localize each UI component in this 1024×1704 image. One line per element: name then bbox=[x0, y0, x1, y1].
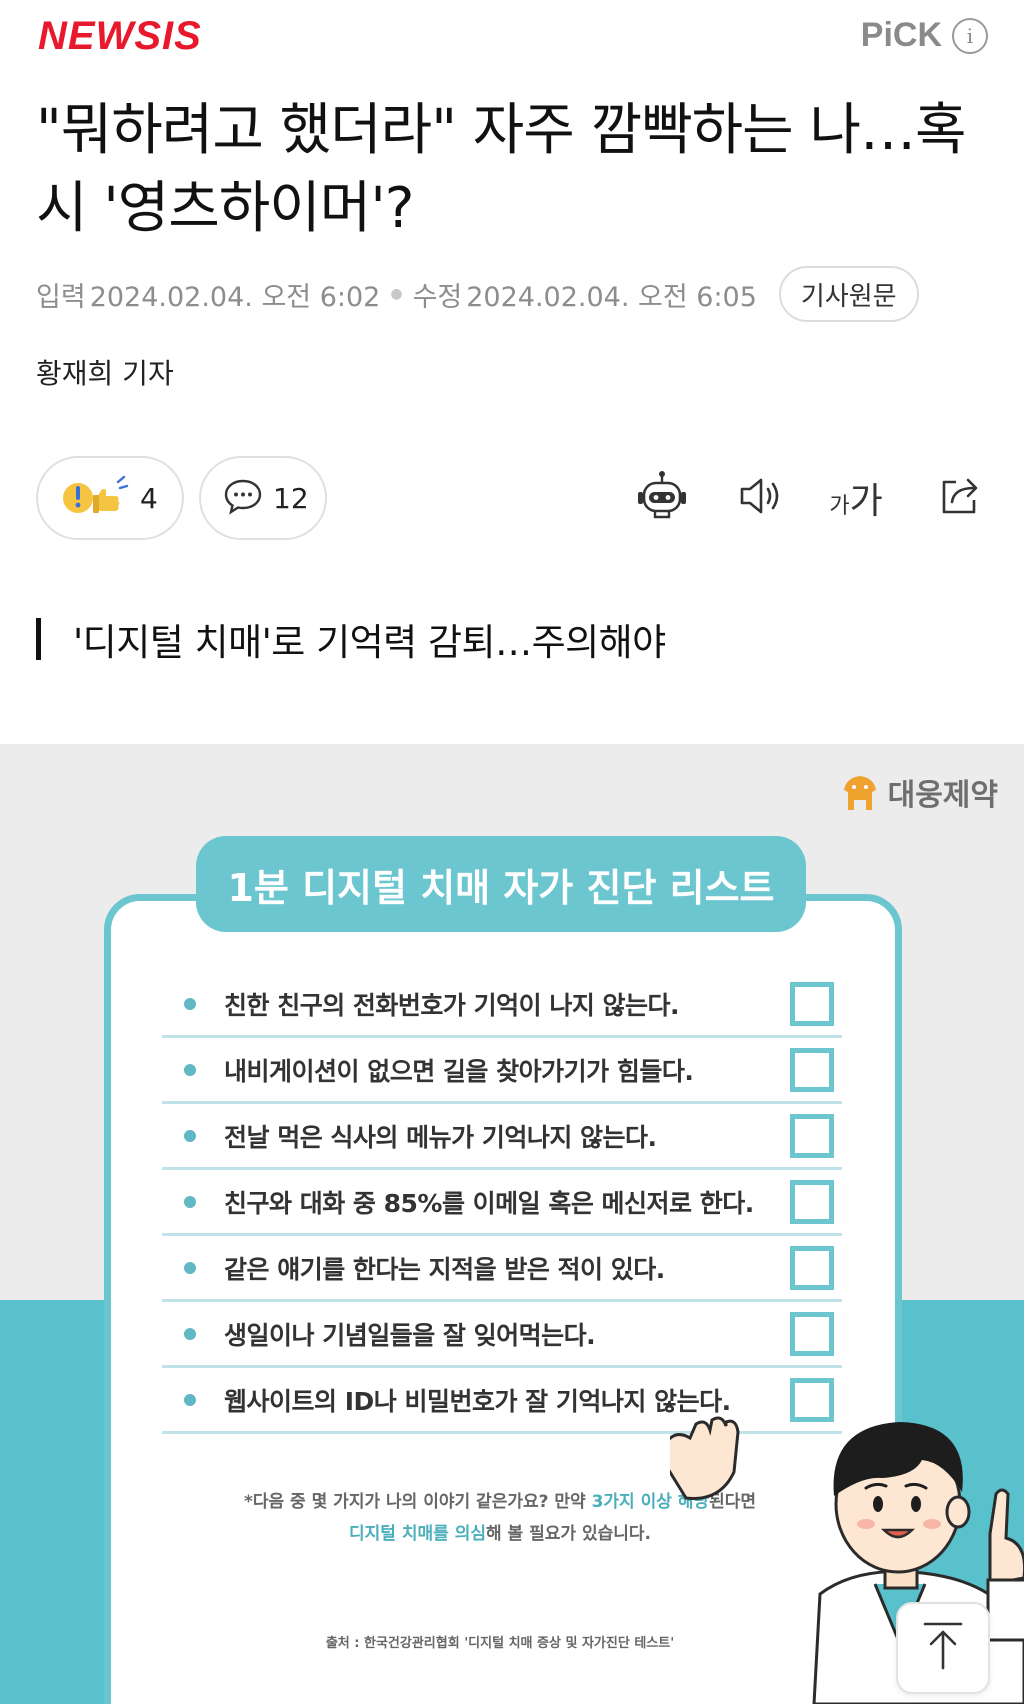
input-label: 입력 bbox=[36, 281, 86, 313]
bullet-icon bbox=[184, 1327, 196, 1340]
checklist-item-text: 같은 얘기를 한다는 지적을 받은 적이 있다. bbox=[224, 1254, 665, 1284]
checkbox-icon bbox=[790, 1180, 834, 1224]
edit-date: 2024.02.04. 오전 6:05 bbox=[466, 281, 757, 313]
bullet-icon bbox=[184, 997, 196, 1010]
checkbox-icon bbox=[790, 1246, 834, 1290]
bullet-icon bbox=[184, 1393, 196, 1406]
reaction-icon bbox=[60, 474, 130, 522]
note-line-2-highlight: 디지털 치매를 의심 bbox=[349, 1524, 486, 1544]
article-actions: 4 12 가가 bbox=[36, 456, 988, 540]
subheading-text: '디지털 치매'로 기억력 감퇴…주의해야 bbox=[73, 621, 666, 664]
bear-logo-icon bbox=[843, 776, 876, 810]
article-subheading: '디지털 치매'로 기억력 감퇴…주의해야 bbox=[36, 612, 666, 666]
read-aloud-button[interactable] bbox=[732, 470, 788, 526]
bullet-icon bbox=[184, 1063, 196, 1076]
font-size-icon: 가가 bbox=[829, 472, 882, 524]
edit-label: 수정 bbox=[412, 281, 463, 313]
reaction-count: 4 bbox=[140, 481, 158, 515]
checklist-item: 전날 먹은 식사의 메뉴가 기억나지 않는다. bbox=[162, 1104, 842, 1170]
speaker-icon bbox=[736, 472, 784, 524]
brand-logo: 대웅제약 bbox=[840, 770, 998, 814]
checklist-item: 내비게이션이 없으면 길을 찾아가기가 힘들다. bbox=[162, 1038, 842, 1104]
checklist: 친한 친구의 전화번호가 기억이 나지 않는다. 내비게이션이 없으면 길을 찾… bbox=[162, 972, 842, 1434]
brand-name: 대웅제약 bbox=[887, 778, 998, 813]
input-date: 2024.02.04. 오전 6:02 bbox=[89, 281, 381, 313]
pick-badge[interactable]: PiCK i bbox=[861, 16, 988, 55]
checklist-item-text: 전날 먹은 식사의 메뉴가 기억나지 않는다. bbox=[224, 1122, 657, 1152]
scroll-to-top-button[interactable] bbox=[896, 1602, 990, 1694]
checklist-item: 친구와 대화 중 85%를 이메일 혹은 메신저로 한다. bbox=[162, 1170, 842, 1236]
article-meta: 입력 2024.02.04. 오전 6:02 ● 수정 2024.02.04. … bbox=[36, 266, 919, 322]
share-button[interactable] bbox=[932, 470, 988, 526]
robot-icon bbox=[636, 470, 688, 526]
font-size-button[interactable]: 가가 bbox=[828, 470, 884, 526]
checklist-item: 생일이나 기념일들을 잘 잊어먹는다. bbox=[162, 1302, 842, 1368]
checklist-item-text: 생일이나 기념일들을 잘 잊어먹는다. bbox=[224, 1320, 596, 1350]
top-header: NEWSIS PiCK i bbox=[0, 0, 1024, 80]
checklist-item-text: 웹사이트의 ID나 비밀번호가 잘 기억나지 않는다. bbox=[224, 1386, 731, 1416]
checklist-item-text: 내비게이션이 없으면 길을 찾아가기가 힘들다. bbox=[224, 1056, 694, 1086]
meta-separator: ● bbox=[390, 286, 403, 302]
checkbox-icon bbox=[790, 1114, 834, 1158]
bullet-icon bbox=[184, 1129, 196, 1142]
article-image[interactable]: 대웅제약 1분 디지털 치매 자가 진단 리스트 친한 친구의 전화번호가 기억… bbox=[0, 744, 1024, 1704]
checklist-item: 친한 친구의 전화번호가 기억이 나지 않는다. bbox=[162, 972, 842, 1038]
font-size-small: 가 bbox=[829, 494, 850, 519]
note-line-1-text: *다음 중 몇 가지가 나의 이야기 같은가요? 만약 bbox=[243, 1492, 592, 1512]
newsis-logo[interactable]: NEWSIS bbox=[38, 14, 202, 59]
share-icon bbox=[936, 472, 984, 524]
checklist-title: 1분 디지털 치매 자가 진단 리스트 bbox=[196, 836, 806, 932]
note-line-2-text: 해 볼 필요가 있습니다. bbox=[485, 1524, 651, 1544]
original-article-button[interactable]: 기사원문 bbox=[778, 266, 919, 322]
checklist-item-text: 친한 친구의 전화번호가 기억이 나지 않는다. bbox=[224, 990, 680, 1020]
arrow-up-icon bbox=[919, 1620, 967, 1676]
author-name[interactable]: 황재희 기자 bbox=[36, 352, 174, 392]
comment-button[interactable]: 12 bbox=[199, 456, 327, 540]
comment-count: 12 bbox=[273, 481, 309, 515]
font-size-large: 가 bbox=[849, 481, 883, 522]
checklist-item: 같은 얘기를 한다는 지적을 받은 적이 있다. bbox=[162, 1236, 842, 1302]
bullet-icon bbox=[184, 1261, 196, 1274]
checkbox-icon bbox=[790, 982, 834, 1026]
checklist-item-text: 친구와 대화 중 85%를 이메일 혹은 메신저로 한다. bbox=[224, 1188, 754, 1218]
checkbox-icon bbox=[790, 1312, 834, 1356]
subheading-bar bbox=[36, 618, 41, 660]
pick-label: PiCK bbox=[860, 16, 942, 54]
comment-icon bbox=[223, 476, 263, 520]
checkbox-icon bbox=[790, 1048, 834, 1092]
article-headline: "뭐하려고 했더라" 자주 깜빡하는 나…혹시 '영츠하이머'? bbox=[36, 98, 967, 241]
reaction-button[interactable]: 4 bbox=[36, 456, 184, 540]
bullet-icon bbox=[184, 1195, 196, 1208]
info-icon[interactable]: i bbox=[952, 17, 988, 54]
summary-bot-button[interactable] bbox=[634, 470, 690, 526]
